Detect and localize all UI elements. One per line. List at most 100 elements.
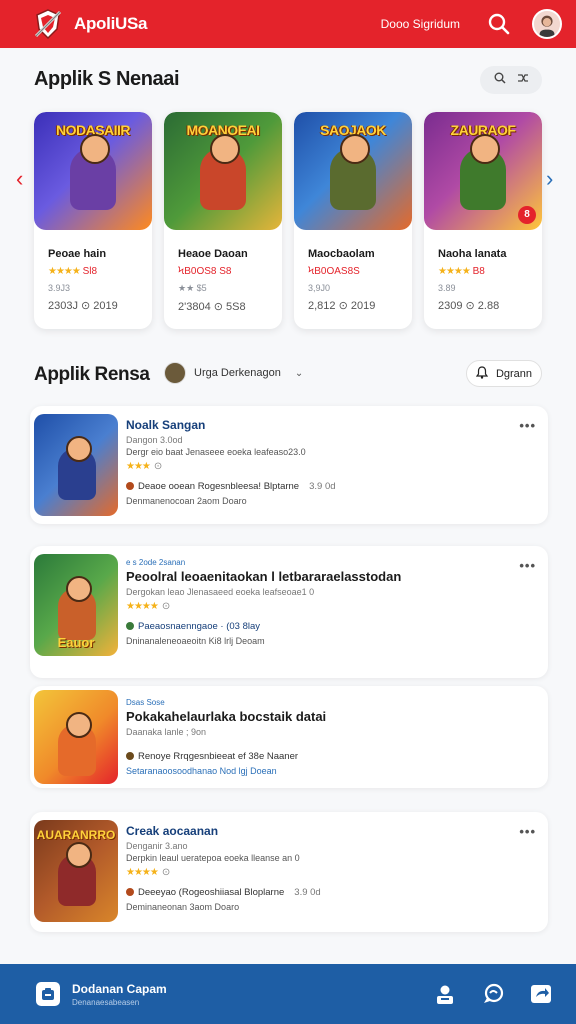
rating-value: B8 — [469, 266, 485, 277]
shuffle-icon[interactable] — [517, 71, 529, 89]
app-cover-image: Eauor — [34, 554, 118, 656]
rating-stars: ★★★ — [126, 461, 151, 472]
app-rating: ★★★★ ⊙ — [126, 601, 508, 612]
game-name: Heaoe Daoan — [178, 248, 248, 260]
app-category: Dsas Sose — [126, 698, 165, 707]
rating-stars: ★★★★ — [48, 266, 81, 277]
search-icon[interactable] — [494, 71, 506, 89]
rating-stars: ★★★★ — [438, 266, 471, 277]
account-icon[interactable] — [432, 981, 458, 1007]
game-meta: 3.89 — [438, 283, 456, 293]
cover-character — [58, 576, 96, 640]
cover-title-text: Eauor — [57, 635, 95, 650]
cover-character — [58, 436, 96, 500]
more-options-icon[interactable]: ••• — [519, 418, 536, 433]
featured-game-card[interactable]: NODASAIIR Peoae hain ★★★★ Sl8 3.9J3 2303… — [34, 112, 152, 329]
cover-title-text: AUARANRRO — [36, 828, 116, 842]
app-list-item[interactable]: Noalk Sangan Dangon 3.0od Dergr eio baat… — [30, 406, 548, 524]
cover-character — [70, 134, 116, 210]
featured-game-card[interactable]: SAOJAOK Maocbaolam ϞB0OAS8S 3,9J0 2,812 … — [294, 112, 412, 329]
game-stats: 2'3804 ⊙ 5S8 — [178, 301, 246, 313]
game-cover-image: SAOJAOK — [294, 112, 412, 230]
app-cover-image — [34, 690, 118, 784]
rating-stars: ★★★★ — [126, 601, 159, 612]
chevron-down-icon: ⌄ — [294, 367, 304, 379]
top-app-bar: ApoliUSa Dooo Sigridum — [0, 0, 576, 48]
game-meta: ★★ $5 — [178, 283, 207, 293]
cover-character — [330, 134, 376, 210]
user-avatar[interactable] — [532, 9, 562, 39]
game-meta: 3.9J3 — [48, 283, 71, 293]
rating-value: ϞB0OAS8S — [308, 266, 360, 277]
app-list-item[interactable]: Dsas Sose Pokakahelaurlaka bocstaik data… — [30, 686, 548, 788]
app-description: Daanaka lanle ; 9on — [126, 727, 207, 737]
app-size: 3.9 0d — [294, 887, 321, 898]
game-cover-image: MOANOEAI — [164, 112, 282, 230]
cover-character — [58, 842, 96, 906]
app-title[interactable]: Peoolral leoaenitaokan l letbararaelasst… — [126, 569, 508, 584]
app-cover-image: AUARANRRO — [34, 820, 118, 922]
app-title[interactable]: Creak aocaanan — [126, 824, 508, 838]
app-list-item[interactable]: AUARANRRO Creak aocaanan Denganir 3.ano … — [30, 812, 548, 932]
featured-game-card[interactable]: ZAURAOF 8 Naoha lanata ★★★★ B8 3.89 2309… — [424, 112, 542, 329]
list-action-button[interactable]: Dgrann — [466, 360, 542, 387]
game-name: Naoha lanata — [438, 248, 507, 260]
chat-icon[interactable] — [480, 981, 506, 1007]
app-description: Derpkin leaul ueratepoa eoeka lleanse an… — [126, 853, 300, 863]
game-rating: ★★★★ Sl8 — [48, 266, 152, 277]
more-options-icon[interactable]: ••• — [519, 824, 536, 839]
app-description: Dergokan leao Jlenasaeed eoeka leafseoae… — [126, 587, 315, 597]
app-category: e s 2ode 2sanan — [126, 558, 186, 567]
info-icon: ⊙ — [161, 601, 171, 612]
app-version: Denganir 3.ano — [126, 841, 188, 851]
game-stats: 2,812 ⊙ 2019 — [308, 300, 376, 312]
app-list-item[interactable]: Eauor e s 2ode 2sanan Peoolral leoaenita… — [30, 546, 548, 678]
app-title[interactable]: Pokakahelaurlaka bocstaik datai — [126, 709, 508, 724]
app-developer: Renoye Rrqgesnbieeat ef 38e Naaner — [126, 751, 508, 762]
developer-name: Paeaosnaenngaoe · (03 8lay — [138, 621, 261, 632]
game-stats: 2309 ⊙ 2.88 — [438, 300, 500, 312]
app-footer: Dninanaleneoaeoitn Ki8 lrlj Deoam — [126, 636, 265, 646]
game-cover-image: NODASAIIR — [34, 112, 152, 230]
search-icon[interactable] — [486, 11, 512, 37]
developer-icon — [126, 622, 134, 630]
app-footer: Deminaneonan 3aom Doaro — [126, 902, 240, 912]
carousel-prev-arrow[interactable]: ‹ — [16, 168, 23, 190]
featured-view-toggle[interactable] — [480, 66, 542, 94]
top-nav-link[interactable]: Dooo Sigridum — [381, 17, 460, 31]
app-store-icon[interactable] — [36, 982, 60, 1006]
bottom-bar: Dodanan Capam Denanaesabeasen — [0, 964, 576, 1024]
game-meta: 3,9J0 — [308, 283, 331, 293]
button-label: Dgrann — [495, 367, 533, 380]
app-rating: ★★★★ ⊙ — [126, 867, 508, 878]
carousel-next-arrow[interactable]: › — [546, 168, 553, 190]
developer-icon — [126, 888, 134, 896]
app-rating: ★★★ ⊙ — [126, 461, 508, 472]
developer-icon — [126, 482, 134, 490]
app-size: 3.9 0d — [309, 481, 336, 492]
filter-label: Urga Derkenagon — [194, 367, 281, 379]
featured-game-card[interactable]: MOANOEAI Heaoe Daoan ϞB0OS8 S8 ★★ $5 2'3… — [164, 112, 282, 329]
info-icon: ⊙ — [153, 461, 163, 472]
share-icon[interactable] — [528, 981, 554, 1007]
developer-name: Deaoe ooean Rogesnbleesa! Blptarne — [138, 481, 300, 492]
featured-section-title: Applik S Nenaai — [34, 68, 180, 90]
developer-icon — [126, 752, 134, 760]
sword-shield-logo-icon[interactable] — [30, 6, 66, 42]
game-rating: ϞB0OS8 S8 — [178, 266, 282, 277]
game-rating: ϞB0OAS8S — [308, 266, 412, 277]
developer-avatar — [164, 362, 186, 384]
app-footer: Setaranaoosoodhanao Nod lgj Doean — [126, 766, 277, 776]
developer-name: Renoye Rrqgesnbieeat ef 38e Naaner — [138, 751, 299, 762]
app-title[interactable]: Noalk Sangan — [126, 418, 508, 432]
game-stats: 2303J ⊙ 2019 — [48, 300, 118, 312]
footer-title[interactable]: Dodanan Capam — [72, 982, 167, 996]
info-icon: ⊙ — [161, 867, 171, 878]
developer-filter-dropdown[interactable]: Urga Derkenagon ⌄ — [164, 360, 314, 386]
app-developer: Paeaosnaenngaoe · (03 8lay — [126, 621, 508, 632]
more-options-icon[interactable]: ••• — [519, 558, 536, 573]
rating-value: ϞB0OS8 S8 — [178, 266, 232, 277]
game-cover-image: ZAURAOF 8 — [424, 112, 542, 230]
rating-stars: ★★★★ — [126, 867, 159, 878]
app-footer: Denmanenocoan 2aom Doaro — [126, 496, 247, 506]
